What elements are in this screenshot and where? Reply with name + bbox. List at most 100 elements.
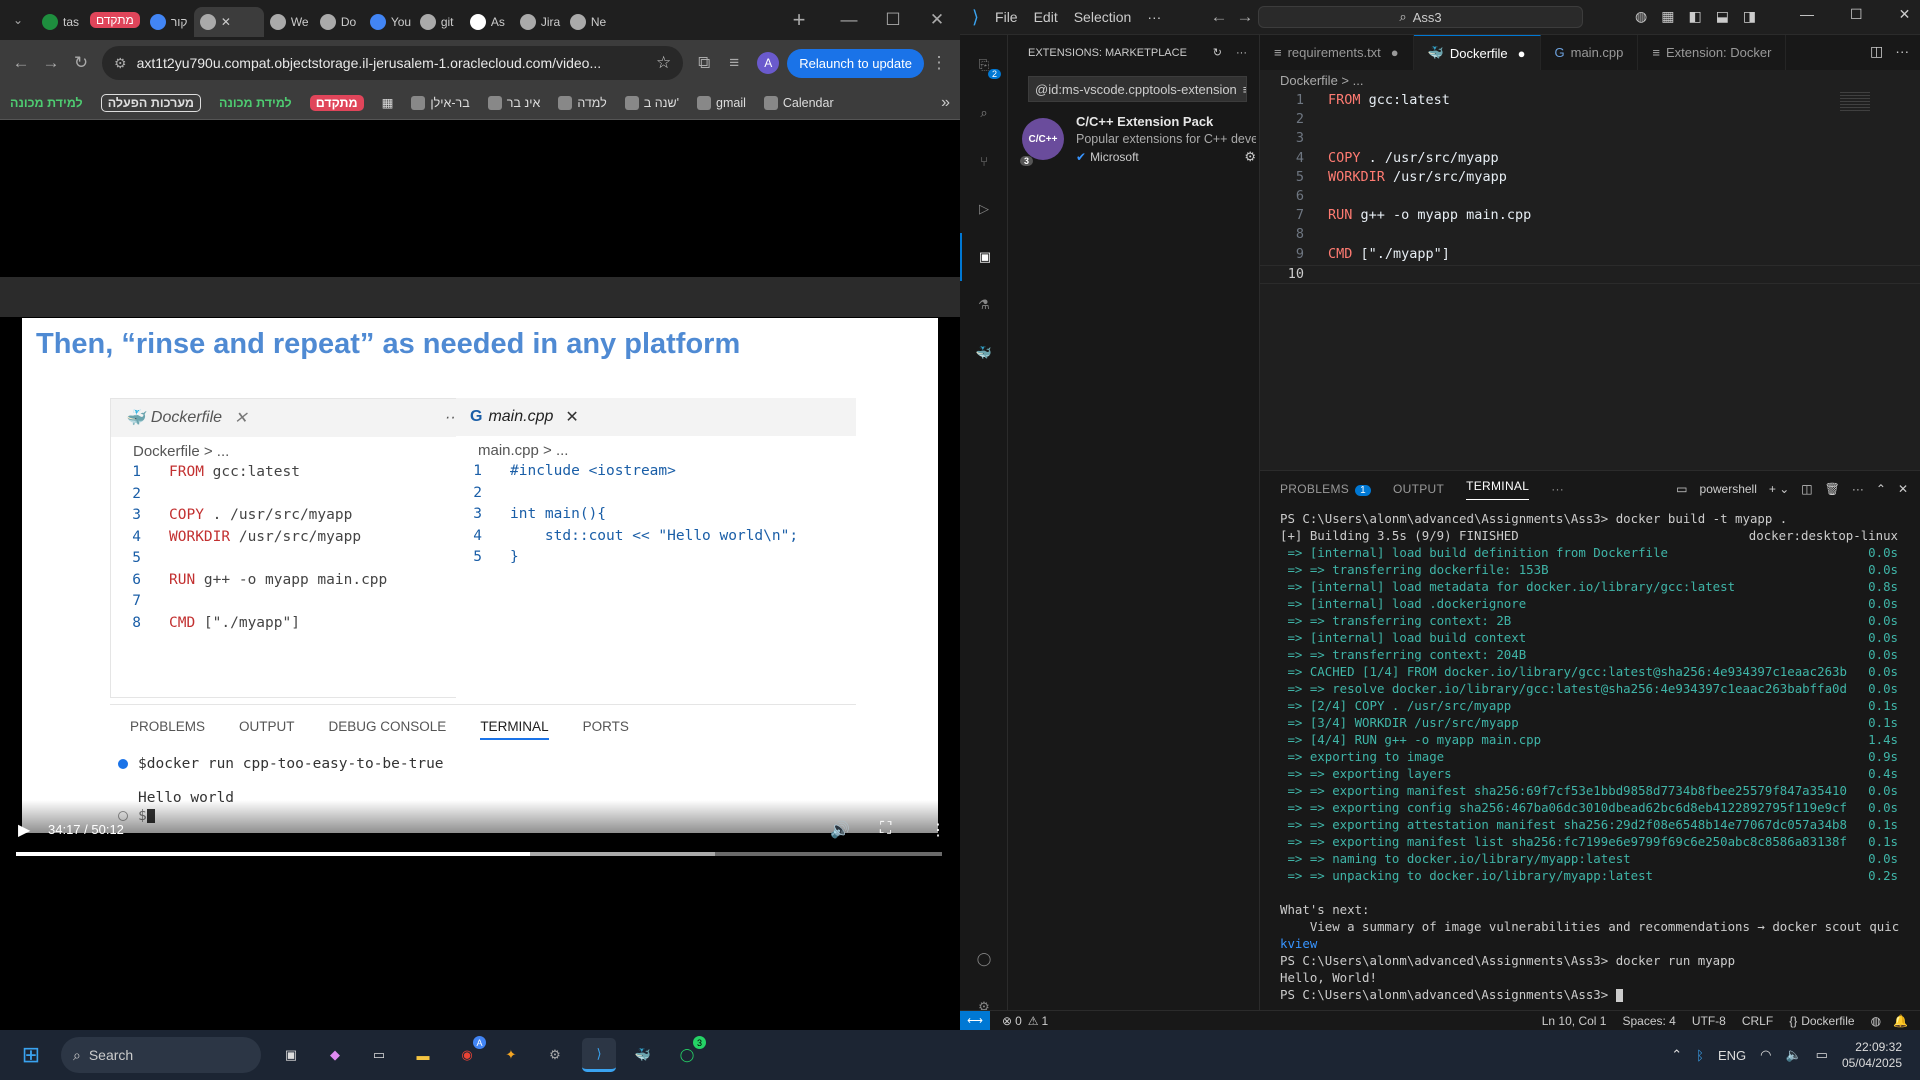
- input-language[interactable]: ENG: [1718, 1048, 1746, 1063]
- start-icon[interactable]: ⊞: [14, 1038, 48, 1072]
- bookmark-item[interactable]: למדה: [558, 95, 607, 110]
- minimize-icon[interactable]: —: [1800, 6, 1814, 23]
- explorer-icon[interactable]: ⎘ 2: [960, 41, 1008, 89]
- clock[interactable]: 22:09:32 05/04/2025: [1842, 1039, 1902, 1071]
- reload-icon[interactable]: ↻: [66, 48, 96, 78]
- vscode-app-icon[interactable]: ⟩: [582, 1038, 616, 1072]
- profile-avatar[interactable]: A: [757, 52, 780, 74]
- split-editor-icon[interactable]: ◫: [1870, 43, 1883, 60]
- browser-tab[interactable]: You: [364, 7, 414, 37]
- unsaved-dot-icon[interactable]: ●: [1391, 45, 1399, 60]
- nav-forward-icon[interactable]: →: [1230, 2, 1260, 32]
- fullscreen-icon[interactable]: ⛶: [880, 820, 891, 838]
- close-window-icon[interactable]: ✕: [1899, 6, 1911, 23]
- browser-tab[interactable]: Ne: [564, 7, 614, 37]
- panel-more-icon[interactable]: ···: [1852, 482, 1864, 496]
- toggle-secondary-sidebar-icon[interactable]: ◨: [1743, 8, 1756, 25]
- task-view-icon[interactable]: ▣: [274, 1038, 308, 1072]
- copilot-app-icon[interactable]: ◆: [318, 1038, 352, 1072]
- relaunch-button[interactable]: Relaunch to update: [787, 48, 924, 78]
- panel-tab[interactable]: ···: [1551, 482, 1564, 496]
- editor-tab[interactable]: Gmain.cpp: [1541, 35, 1639, 70]
- refresh-icon[interactable]: ↻: [1213, 46, 1222, 59]
- bookmark-item[interactable]: Calendar: [763, 95, 834, 110]
- editor-tab[interactable]: ≡ Extension: Docker: [1638, 35, 1787, 70]
- customize-layout-icon[interactable]: ▦: [1661, 8, 1674, 25]
- browser-tab[interactable]: As: [464, 7, 514, 37]
- toggle-sidebar-icon[interactable]: ◧: [1688, 8, 1701, 25]
- copilot-icon[interactable]: ◍: [1635, 8, 1647, 25]
- editor-more-icon[interactable]: ···: [1895, 43, 1909, 60]
- wifi-icon[interactable]: ◠: [1760, 1047, 1771, 1063]
- bookmark-item[interactable]: gmail: [697, 95, 746, 110]
- run-debug-icon[interactable]: ▷: [960, 185, 1008, 233]
- bookmark-item[interactable]: למידת מכונה: [10, 96, 83, 110]
- menu-kebab-icon[interactable]: ⋮: [924, 48, 954, 78]
- maximize-panel-icon[interactable]: ⌃: [1876, 482, 1886, 496]
- close-window-icon[interactable]: ✕: [922, 5, 952, 35]
- whatsapp-icon[interactable]: ◯ 3: [670, 1036, 706, 1072]
- bookmark-item[interactable]: אינ בר: [487, 95, 540, 110]
- new-terminal-icon[interactable]: + ⌄: [1769, 482, 1789, 496]
- kill-terminal-icon[interactable]: 🗑: [1825, 482, 1840, 496]
- errors-icon[interactable]: ⊗: [1002, 1014, 1012, 1028]
- panel-tab[interactable]: OUTPUT: [1393, 482, 1444, 496]
- unsaved-dot-icon[interactable]: ●: [1518, 46, 1526, 61]
- volume-icon[interactable]: 🔊: [830, 820, 850, 840]
- shell-name[interactable]: powershell: [1700, 482, 1757, 496]
- app-icon[interactable]: ✦: [494, 1038, 528, 1072]
- remote-indicator[interactable]: ⟷: [960, 1010, 990, 1031]
- apps-grid-icon[interactable]: ▦: [382, 95, 394, 110]
- encoding[interactable]: UTF-8: [1692, 1014, 1726, 1028]
- editor-tab[interactable]: 🐳 Dockerfile ●: [1413, 35, 1541, 70]
- menu-item[interactable]: File: [995, 9, 1018, 25]
- editor-breadcrumb[interactable]: Dockerfile > ...: [1260, 70, 1920, 92]
- menu-item[interactable]: Selection: [1074, 9, 1132, 25]
- language-mode[interactable]: Dockerfile: [1801, 1014, 1854, 1028]
- media-icon[interactable]: ≡: [719, 48, 749, 78]
- bookmark-star-icon[interactable]: ☆: [656, 53, 671, 73]
- browser-tab[interactable]: git: [414, 7, 464, 37]
- extensions-view-icon[interactable]: ▣: [960, 233, 1008, 281]
- toggle-panel-icon[interactable]: ⬓: [1716, 8, 1729, 25]
- taskbar-search[interactable]: ⌕ Search: [61, 1037, 261, 1073]
- eol[interactable]: CRLF: [1742, 1014, 1773, 1028]
- video-more-icon[interactable]: ⋮: [930, 820, 946, 840]
- extension-item[interactable]: C/C++ 3 C/C++ Extension Pack Popular ext…: [1008, 110, 1259, 182]
- tray-expand-icon[interactable]: ⌃: [1671, 1047, 1682, 1063]
- panel-tab[interactable]: PROBLEMS 1: [1280, 482, 1371, 496]
- extension-gear-icon[interactable]: ⚙: [1244, 149, 1256, 165]
- source-control-icon[interactable]: ⑂: [960, 137, 1008, 185]
- bookmark-item[interactable]: שנה ב': [624, 95, 679, 110]
- code-editor[interactable]: Dockerfile > ... 1 FROM gcc:latest 2 3 4 COPY…: [1260, 70, 1920, 470]
- testing-icon[interactable]: ⚗: [960, 281, 1008, 329]
- maximize-icon[interactable]: ☐: [1850, 6, 1863, 23]
- chrome-icon[interactable]: ◉ A: [450, 1036, 486, 1072]
- play-icon[interactable]: ▶: [18, 820, 30, 840]
- file-explorer-icon[interactable]: ▬: [406, 1038, 440, 1072]
- close-panel-icon[interactable]: ✕: [1898, 482, 1908, 496]
- maximize-icon[interactable]: ☐: [878, 5, 908, 35]
- docker-app-icon[interactable]: 🐳: [626, 1038, 660, 1072]
- new-tab-icon[interactable]: +: [784, 5, 814, 35]
- cursor-position[interactable]: Ln 10, Col 1: [1542, 1014, 1607, 1028]
- menu-item[interactable]: ···: [1147, 9, 1161, 25]
- notifications-icon[interactable]: 🔔: [1893, 1014, 1908, 1028]
- browser-tab[interactable]: We: [264, 7, 314, 37]
- bookmark-item[interactable]: מתקדם: [309, 94, 364, 111]
- minimap[interactable]: [1840, 92, 1870, 112]
- docker-icon[interactable]: 🐳: [960, 329, 1008, 377]
- more-actions-icon[interactable]: ···: [1236, 47, 1247, 59]
- extensions-search-input[interactable]: @id:ms-vscode.cpptools-extension ≡ ⏷: [1028, 76, 1247, 102]
- forward-icon[interactable]: →: [36, 48, 66, 78]
- battery-icon[interactable]: ▭: [1816, 1047, 1828, 1063]
- url-bar[interactable]: ⚙ axt1t2yu790u.compat.objectstorage.il-j…: [102, 46, 684, 80]
- command-center[interactable]: ⌕ Ass3: [1258, 6, 1583, 28]
- volume-icon[interactable]: 🔈: [1785, 1047, 1801, 1063]
- close-tab-icon[interactable]: ✕: [221, 15, 231, 29]
- minimize-icon[interactable]: —: [834, 5, 864, 35]
- site-info-icon[interactable]: ⚙: [114, 55, 127, 72]
- warnings-icon[interactable]: ⚠: [1028, 1014, 1039, 1028]
- copilot-status-icon[interactable]: ◍: [1871, 1014, 1881, 1028]
- tab-group-label[interactable]: מתקדם: [90, 12, 140, 28]
